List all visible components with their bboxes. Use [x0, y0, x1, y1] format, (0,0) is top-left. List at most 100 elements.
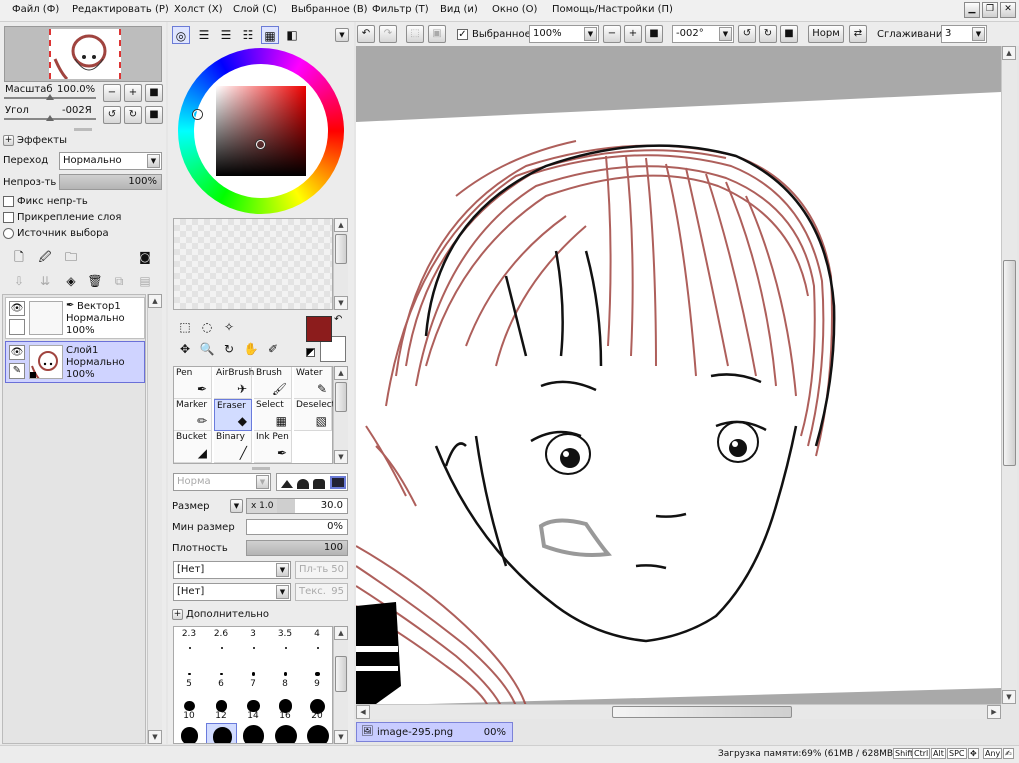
- brush-size-preset[interactable]: 30: [206, 723, 237, 743]
- size-multiplier-chevron-icon[interactable]: ▼: [230, 499, 243, 513]
- zoom-reset-button[interactable]: ■: [145, 84, 163, 102]
- brush-size-preset[interactable]: 3: [238, 627, 269, 658]
- minimize-button[interactable]: ▁: [964, 2, 980, 18]
- canvas-viewport[interactable]: [356, 46, 1001, 704]
- brush-icon[interactable]: ✎: [9, 363, 25, 379]
- tool-grid-scrollbar[interactable]: ▲ ▼: [333, 366, 348, 464]
- navigator-preview[interactable]: [4, 26, 162, 82]
- scrollbar-thumb[interactable]: [335, 234, 347, 264]
- eye-icon[interactable]: 👁: [9, 345, 25, 360]
- canvas-horizontal-scrollbar[interactable]: ◀ ▶: [356, 704, 1001, 719]
- swatches-tab-icon[interactable]: ▦: [261, 26, 279, 44]
- brush-size-preset[interactable]: 25: [174, 723, 205, 743]
- toolbar-zoom-out-button[interactable]: −: [603, 25, 621, 43]
- merge-down-icon[interactable]: ⇊: [36, 272, 54, 290]
- brush-size-preset[interactable]: 10: [174, 691, 205, 722]
- scroll-down-arrow[interactable]: ▼: [1002, 690, 1016, 704]
- hue-wheel[interactable]: [178, 48, 344, 214]
- new-folder-icon[interactable]: 🗀: [62, 248, 80, 266]
- new-layer-icon[interactable]: 🗋: [10, 248, 28, 266]
- brush-blend-select[interactable]: Норма ▼: [173, 473, 271, 491]
- angle-select[interactable]: -002° ▼: [672, 25, 734, 43]
- tool-airbrush[interactable]: AirBrush ✈: [214, 367, 254, 399]
- tool-ink-pen[interactable]: Ink Pen ✒: [254, 431, 292, 463]
- paper-strength-slider[interactable]: Пл-ть 50: [295, 561, 348, 579]
- layer-item-layer1[interactable]: 👁 ✎ Слой1 Нормально 100%: [5, 341, 145, 383]
- tool-eraser[interactable]: Eraser ◆: [214, 399, 252, 431]
- toolbar-zoom-reset-button[interactable]: ■: [645, 25, 663, 43]
- selection-source-radio[interactable]: [3, 228, 14, 239]
- lasso-select-icon[interactable]: ◌: [198, 318, 216, 336]
- toolbar-rotate-reset-button[interactable]: ■: [780, 25, 798, 43]
- brush-size-preset[interactable]: 6: [206, 659, 237, 690]
- scroll-down-arrow[interactable]: ▼: [334, 730, 348, 744]
- brush-size-preset[interactable]: 8: [270, 659, 301, 690]
- hsv-sliders-tab-icon[interactable]: ☰: [217, 26, 235, 44]
- brush-size-preset[interactable]: 12: [206, 691, 237, 722]
- scroll-down-arrow[interactable]: ▼: [334, 450, 348, 464]
- tool-marker[interactable]: Marker ✏: [174, 399, 212, 431]
- canvas-vertical-scrollbar[interactable]: ▲ ▼: [1001, 46, 1017, 704]
- size-slider[interactable]: x 1.0 30.0: [246, 498, 348, 514]
- brush-size-preset[interactable]: 7: [238, 659, 269, 690]
- scrollbar-thumb[interactable]: [335, 382, 347, 412]
- menu-help[interactable]: Помощь/Настройки (П): [552, 4, 673, 15]
- tool-binary[interactable]: Binary ╱: [214, 431, 252, 463]
- deselect-all-icon[interactable]: ⬚: [406, 25, 424, 43]
- reset-colors-icon[interactable]: [306, 348, 315, 357]
- scratchpad-tab-icon[interactable]: ◧: [283, 26, 301, 44]
- brush-shape-selector[interactable]: [276, 473, 348, 491]
- hand-icon[interactable]: ✋: [242, 340, 260, 358]
- layer-item-vector1[interactable]: 👁 ✒ Вектор1 Нормально 100%: [5, 297, 145, 339]
- close-button[interactable]: ✕: [1000, 2, 1016, 18]
- move-icon[interactable]: ✥: [176, 340, 194, 358]
- panel-splitter[interactable]: [252, 467, 270, 470]
- magic-wand-icon[interactable]: ✧: [220, 318, 238, 336]
- effects-expand-icon[interactable]: +: [3, 135, 14, 146]
- color-picker-cursor[interactable]: [256, 140, 265, 149]
- scroll-down-arrow[interactable]: ▼: [334, 296, 348, 310]
- restore-button[interactable]: ❐: [982, 2, 998, 18]
- brush-size-preset[interactable]: 20: [302, 691, 332, 722]
- scroll-up-arrow[interactable]: ▲: [148, 294, 162, 308]
- swap-colors-icon[interactable]: ↶: [334, 314, 342, 325]
- zoom-in-button[interactable]: +: [124, 84, 142, 102]
- scroll-left-arrow[interactable]: ◀: [356, 705, 370, 719]
- zoom-icon[interactable]: 🔍: [198, 340, 216, 358]
- brush-size-preset[interactable]: 16: [270, 691, 301, 722]
- eye-icon[interactable]: 👁: [9, 301, 25, 316]
- tool-brush[interactable]: Brush 🖌: [254, 367, 292, 399]
- rotate-icon[interactable]: ↻: [220, 340, 238, 358]
- toolbar-zoom-in-button[interactable]: +: [624, 25, 642, 43]
- clear-layer-icon[interactable]: ◈: [62, 272, 80, 290]
- show-selection-checkbox[interactable]: ✓: [457, 29, 468, 40]
- transfer-down-icon[interactable]: ⇩: [10, 272, 28, 290]
- scratchpad-scrollbar[interactable]: ▲ ▼: [333, 218, 348, 310]
- new-vector-layer-icon[interactable]: 🖉: [36, 248, 54, 266]
- brush-size-preset[interactable]: 40: [270, 723, 301, 743]
- panel-menu-chevron-icon[interactable]: ▼: [335, 28, 349, 42]
- scrollbar-thumb[interactable]: [1003, 260, 1016, 466]
- hue-cursor[interactable]: [193, 110, 202, 119]
- layer-properties-icon[interactable]: ▤: [136, 272, 154, 290]
- saturation-value-square[interactable]: [216, 86, 306, 176]
- layers-scrollbar[interactable]: ▲ ▼: [147, 294, 162, 744]
- toolbar-rotate-right-button[interactable]: ↻: [759, 25, 777, 43]
- document-tab[interactable]: 🖼 image-295.png 00%: [356, 722, 513, 742]
- lock-slot[interactable]: [9, 319, 25, 335]
- primary-color-swatch[interactable]: [306, 316, 332, 342]
- scratchpad[interactable]: [173, 218, 333, 310]
- rotate-left-button[interactable]: ↺: [103, 106, 121, 124]
- menu-filter[interactable]: Фильтр (Т): [372, 4, 429, 15]
- menu-selection[interactable]: Выбранное (В): [291, 4, 368, 15]
- menu-view[interactable]: Вид (и): [440, 4, 478, 15]
- merge-visible-icon[interactable]: ⧉: [110, 272, 128, 290]
- shape-round-icon[interactable]: [297, 479, 309, 489]
- layer-mask-icon[interactable]: ◙: [136, 248, 154, 266]
- brush-size-preset[interactable]: 14: [238, 691, 269, 722]
- toolbar-rotate-left-button[interactable]: ↺: [738, 25, 756, 43]
- scrollbar-thumb[interactable]: [612, 706, 792, 718]
- tool-bucket[interactable]: Bucket ◢: [174, 431, 212, 463]
- color-bar-tab-icon[interactable]: ☷: [239, 26, 257, 44]
- brush-size-preset[interactable]: 3.5: [270, 627, 301, 658]
